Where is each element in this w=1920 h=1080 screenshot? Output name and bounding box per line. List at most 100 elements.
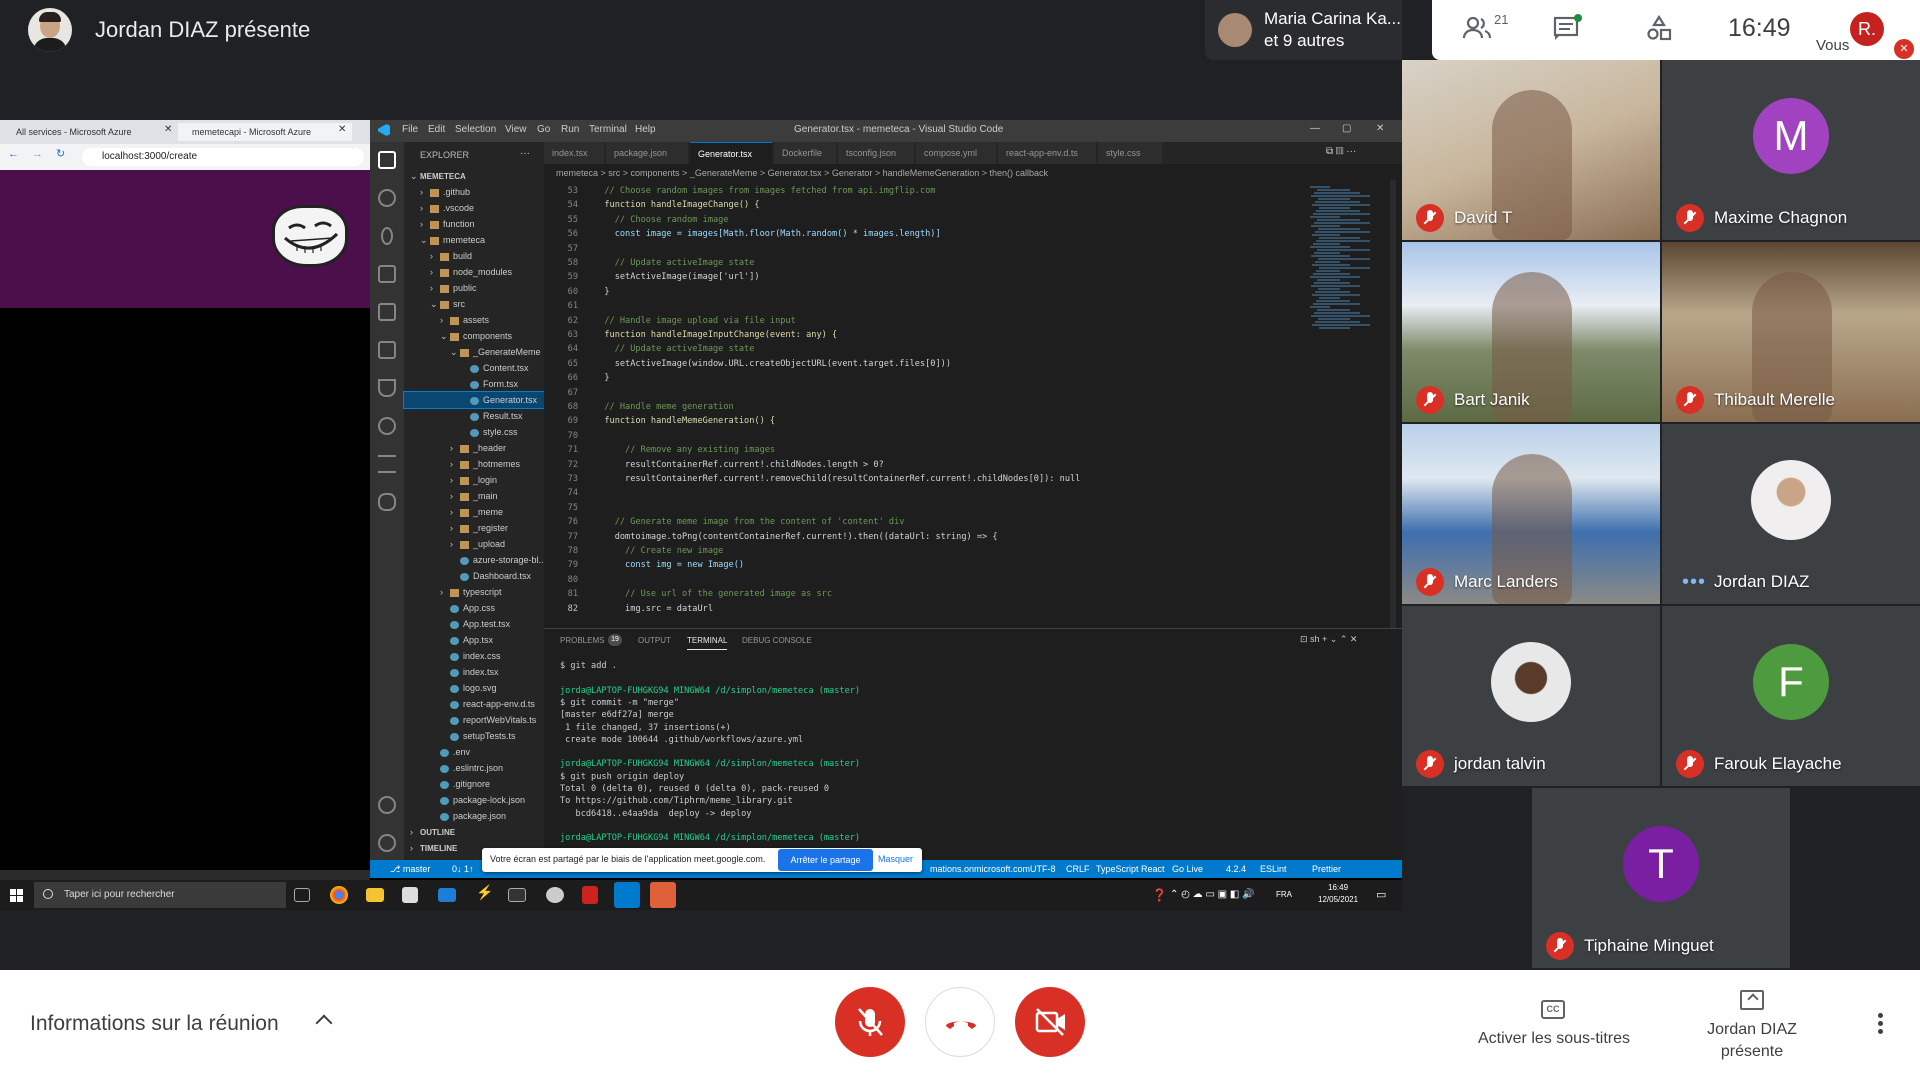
tray-icons[interactable]: ⌃ ◴ ☁ ▭ ▣ ◧ 🔊 xyxy=(1170,889,1255,900)
maximize-icon[interactable]: ▢ xyxy=(1342,123,1351,134)
tree-file[interactable]: react-app-env.d.ts xyxy=(404,696,544,712)
chat-icon[interactable] xyxy=(1550,14,1584,46)
editor-tab[interactable]: package.json xyxy=(606,142,688,164)
language-indicator[interactable]: FRA xyxy=(1276,890,1292,899)
tree-file[interactable]: Content.tsx xyxy=(404,360,544,376)
code-line[interactable]: 53 // Choose random images from images f… xyxy=(544,184,936,198)
meet-app-icon[interactable] xyxy=(650,882,676,908)
status-ts-version[interactable]: 4.2.4 xyxy=(1226,864,1246,874)
tree-file[interactable]: .env xyxy=(404,744,544,760)
code-line[interactable]: 54 function handleImageChange() { xyxy=(544,198,760,212)
code-line[interactable]: 63 function handleImageInputChange(event… xyxy=(544,328,838,342)
menu-go[interactable]: Go xyxy=(537,124,550,135)
taskbar-search[interactable]: Taper ici pour rechercher xyxy=(34,882,286,908)
tree-folder[interactable]: › .vscode xyxy=(404,200,544,216)
participant-tile[interactable]: T Tiphaine Minguet xyxy=(1532,788,1790,968)
code-line[interactable]: 68 // Handle meme generation xyxy=(544,400,734,414)
tree-folder[interactable]: › _hotmemes xyxy=(404,456,544,472)
tab-terminal[interactable]: TERMINAL xyxy=(687,636,728,650)
code-line[interactable]: 69 function handleMemeGeneration() { xyxy=(544,414,775,428)
participant-tile[interactable]: Bart Janik xyxy=(1402,242,1660,422)
stop-sharing-button[interactable]: Arrêter le partage xyxy=(778,849,873,871)
tree-file[interactable]: style.css xyxy=(404,424,544,440)
tree-folder[interactable]: › function xyxy=(404,216,544,232)
code-line[interactable]: 64 // Update activeImage state xyxy=(544,342,755,356)
mail-icon[interactable] xyxy=(438,888,456,902)
tree-file[interactable]: Dashboard.tsx xyxy=(404,568,544,584)
tree-folder[interactable]: › typescript xyxy=(404,584,544,600)
hide-banner-button[interactable]: Masquer xyxy=(878,854,913,864)
participant-tile[interactable]: Marc Landers xyxy=(1402,424,1660,604)
close-icon[interactable]: ✕ xyxy=(164,124,172,135)
play-icon[interactable] xyxy=(378,417,396,435)
tree-file[interactable]: App.tsx xyxy=(404,632,544,648)
code-line[interactable]: 60 } xyxy=(544,285,610,299)
status-eol[interactable]: CRLF xyxy=(1066,864,1090,874)
code-line[interactable]: 73 resultContainerRef.current!.removeChi… xyxy=(544,472,1081,486)
presenting-button[interactable]: Jordan DIAZ présente xyxy=(1680,1019,1824,1063)
tree-file[interactable]: index.css xyxy=(404,648,544,664)
code-line[interactable]: 82 img.src = dataUrl xyxy=(544,602,713,616)
tab-output[interactable]: OUTPUT xyxy=(638,636,671,645)
forward-icon[interactable]: → xyxy=(32,148,43,160)
tree-folder[interactable]: ⌄ memeteca xyxy=(404,232,544,248)
tree-folder[interactable]: › _meme xyxy=(404,504,544,520)
menu-terminal[interactable]: Terminal xyxy=(589,124,627,135)
participant-tile[interactable]: David T xyxy=(1402,60,1660,240)
people-icon[interactable] xyxy=(1460,14,1494,46)
code-line[interactable]: 55 // Choose random image xyxy=(544,213,729,227)
code-line[interactable]: 57 xyxy=(544,242,594,256)
menu-selection[interactable]: Selection xyxy=(455,124,496,135)
tree-section[interactable]: ⌄ MEMETECA xyxy=(404,168,544,184)
windows-start-icon[interactable] xyxy=(10,889,23,902)
cmd-icon[interactable] xyxy=(508,888,526,902)
explorer-icon[interactable] xyxy=(378,151,396,169)
editor-scrollbar[interactable] xyxy=(1390,180,1396,628)
code-line[interactable]: 66 } xyxy=(544,371,610,385)
tree-file[interactable]: azure-storage-bl... xyxy=(404,552,546,568)
code-line[interactable]: 79 const img = new Image() xyxy=(544,558,744,572)
remote-icon[interactable] xyxy=(378,303,396,321)
tree-folder[interactable]: › _register xyxy=(404,520,544,536)
participant-tile[interactable]: M Maxime Chagnon xyxy=(1662,60,1920,240)
tree-folder[interactable]: › _upload xyxy=(404,536,544,552)
taskbar-time[interactable]: 16:49 xyxy=(1328,883,1348,892)
file-explorer-icon[interactable] xyxy=(366,888,384,902)
terminal-app-icon[interactable]: ⚡ xyxy=(476,884,498,906)
code-line[interactable]: 77 domtoimage.toPng(contentContainerRef.… xyxy=(544,530,998,544)
meeting-info-button[interactable]: Informations sur la réunion xyxy=(30,1012,279,1036)
code-editor[interactable]: 53 // Choose random images from images f… xyxy=(544,180,1304,628)
store-icon[interactable] xyxy=(402,887,418,903)
browser-tab-active[interactable]: memetecapi - Microsoft Azure xyxy=(178,123,352,141)
tree-file[interactable]: .gitignore xyxy=(404,776,544,792)
code-line[interactable]: 62 // Handle image upload via file input xyxy=(544,314,796,328)
app-icon[interactable] xyxy=(546,887,564,903)
close-window-icon[interactable]: ✕ xyxy=(1376,123,1384,134)
tree-file[interactable]: App.css xyxy=(404,600,544,616)
tree-section[interactable]: › OUTLINE xyxy=(404,824,544,840)
extensions-icon[interactable] xyxy=(378,341,396,359)
docker-icon[interactable] xyxy=(378,493,396,511)
editor-tab[interactable]: style.css xyxy=(1098,142,1162,164)
tab-problems[interactable]: PROBLEMS xyxy=(560,636,604,645)
status-go-live[interactable]: Go Live xyxy=(1172,864,1203,874)
code-line[interactable]: 72 resultContainerRef.current!.childNode… xyxy=(544,458,884,472)
sync-status[interactable]: 0↓ 1↑ xyxy=(452,864,474,874)
tree-file[interactable]: App.test.tsx xyxy=(404,616,544,632)
status-prettier[interactable]: Prettier xyxy=(1312,864,1341,874)
status-eslint[interactable]: ESLint xyxy=(1260,864,1287,874)
browser-tab[interactable]: All services - Microsoft Azure xyxy=(2,123,174,141)
mic-toggle-button[interactable] xyxy=(835,987,905,1057)
code-line[interactable]: 81 // Use url of the generated image as … xyxy=(544,587,832,601)
editor-actions-icon[interactable]: ⧉ ▥ ··· xyxy=(1326,146,1356,157)
participant-tile[interactable]: jordan talvin xyxy=(1402,606,1660,786)
tree-file[interactable]: package-lock.json xyxy=(404,792,544,808)
tree-file[interactable]: index.tsx xyxy=(404,664,544,680)
status-account[interactable]: mations.onmicrosoft.com xyxy=(930,864,1030,874)
code-line[interactable]: 65 setActiveImage(window.URL.createObjec… xyxy=(544,357,951,371)
activities-icon[interactable] xyxy=(1642,14,1676,46)
menu-run[interactable]: Run xyxy=(561,124,579,135)
code-line[interactable]: 58 // Update activeImage state xyxy=(544,256,755,270)
code-line[interactable]: 59 setActiveImage(image['url']) xyxy=(544,270,760,284)
taskbar-date[interactable]: 12/05/2021 xyxy=(1318,895,1358,904)
